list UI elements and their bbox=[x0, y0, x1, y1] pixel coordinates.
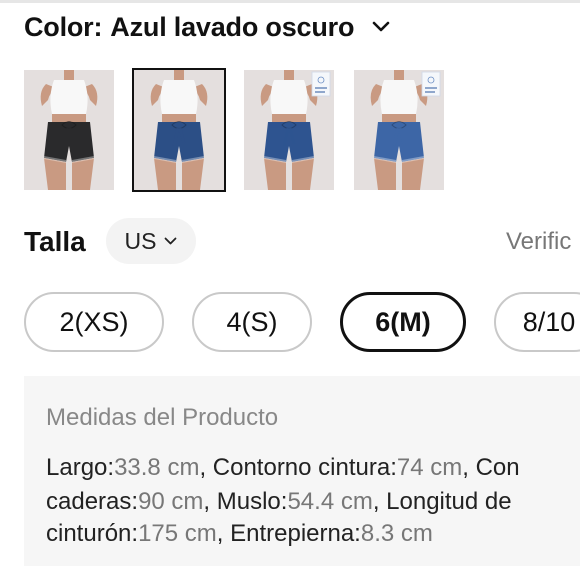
color-thumbnail[interactable] bbox=[24, 70, 114, 190]
size-option[interactable]: 2(XS) bbox=[24, 292, 164, 352]
measurement-name: , Entrepierna: bbox=[216, 520, 361, 547]
measurement-value: 54.4 cm bbox=[287, 488, 373, 515]
top-divider bbox=[0, 0, 580, 3]
measurements-line: Largo:33.8 cm, Contorno cintura:74 cm, C… bbox=[46, 454, 520, 482]
color-value: Azul lavado oscuro bbox=[110, 11, 355, 42]
product-image bbox=[134, 70, 224, 190]
size-option-label: 6(M) bbox=[375, 306, 431, 337]
size-unit-value: US bbox=[124, 227, 157, 254]
color-label: Color: bbox=[24, 11, 103, 42]
measurement-value: 175 cm bbox=[138, 520, 217, 547]
measurement-value: 33.8 cm bbox=[114, 454, 200, 481]
measurements-title: Medidas del Producto bbox=[46, 404, 279, 431]
size-option-label: 2(XS) bbox=[59, 306, 129, 337]
color-thumbnail[interactable] bbox=[244, 70, 334, 190]
color-thumbnail[interactable] bbox=[354, 70, 444, 190]
size-option-label: 8/10 bbox=[522, 306, 576, 337]
size-label: Talla bbox=[24, 226, 86, 257]
measurements-line: caderas:90 cm, Muslo:54.4 cm, Longitud d… bbox=[46, 488, 512, 516]
chevron-down-icon[interactable] bbox=[372, 21, 390, 33]
measurement-name: , Con bbox=[462, 454, 520, 481]
product-options-panel: Color: Azul lavado oscuro Talla US Verif… bbox=[0, 0, 580, 579]
measurement-value: 8.3 cm bbox=[360, 520, 433, 547]
size-option[interactable]: 4(S) bbox=[192, 292, 312, 352]
color-thumbnails bbox=[24, 68, 464, 192]
color-thumbnail[interactable] bbox=[132, 68, 226, 192]
color-selector[interactable]: Color: Azul lavado oscuro bbox=[24, 10, 390, 44]
measurement-value: 74 cm bbox=[396, 454, 463, 481]
product-image bbox=[354, 70, 444, 190]
measurements-line: cinturón:175 cm, Entrepierna:8.3 cm bbox=[46, 520, 433, 548]
size-option[interactable]: 8/10 bbox=[494, 292, 580, 352]
size-option-label: 4(S) bbox=[226, 306, 278, 337]
size-options: 2(XS) 4(S) 6(M) 8/10 bbox=[24, 292, 580, 356]
measurement-name: , Longitud de bbox=[372, 488, 512, 515]
size-header: Talla US Verific bbox=[24, 218, 580, 266]
measurement-value: 90 cm bbox=[138, 488, 204, 515]
chevron-down-icon bbox=[165, 237, 177, 244]
measurement-name: Largo: bbox=[46, 454, 115, 481]
size-unit-select[interactable]: US bbox=[106, 218, 196, 264]
measurement-name: cinturón: bbox=[46, 520, 139, 547]
verify-size-link[interactable]: Verific bbox=[506, 228, 571, 256]
measurement-name: , Contorno cintura: bbox=[199, 454, 397, 481]
product-measurements: Medidas del Producto Largo:33.8 cm, Cont… bbox=[24, 376, 580, 566]
product-image bbox=[24, 70, 114, 190]
size-option[interactable]: 6(M) bbox=[340, 292, 466, 352]
product-image bbox=[244, 70, 334, 190]
measurement-name: caderas: bbox=[46, 488, 139, 515]
measurement-name: , Muslo: bbox=[203, 488, 288, 515]
